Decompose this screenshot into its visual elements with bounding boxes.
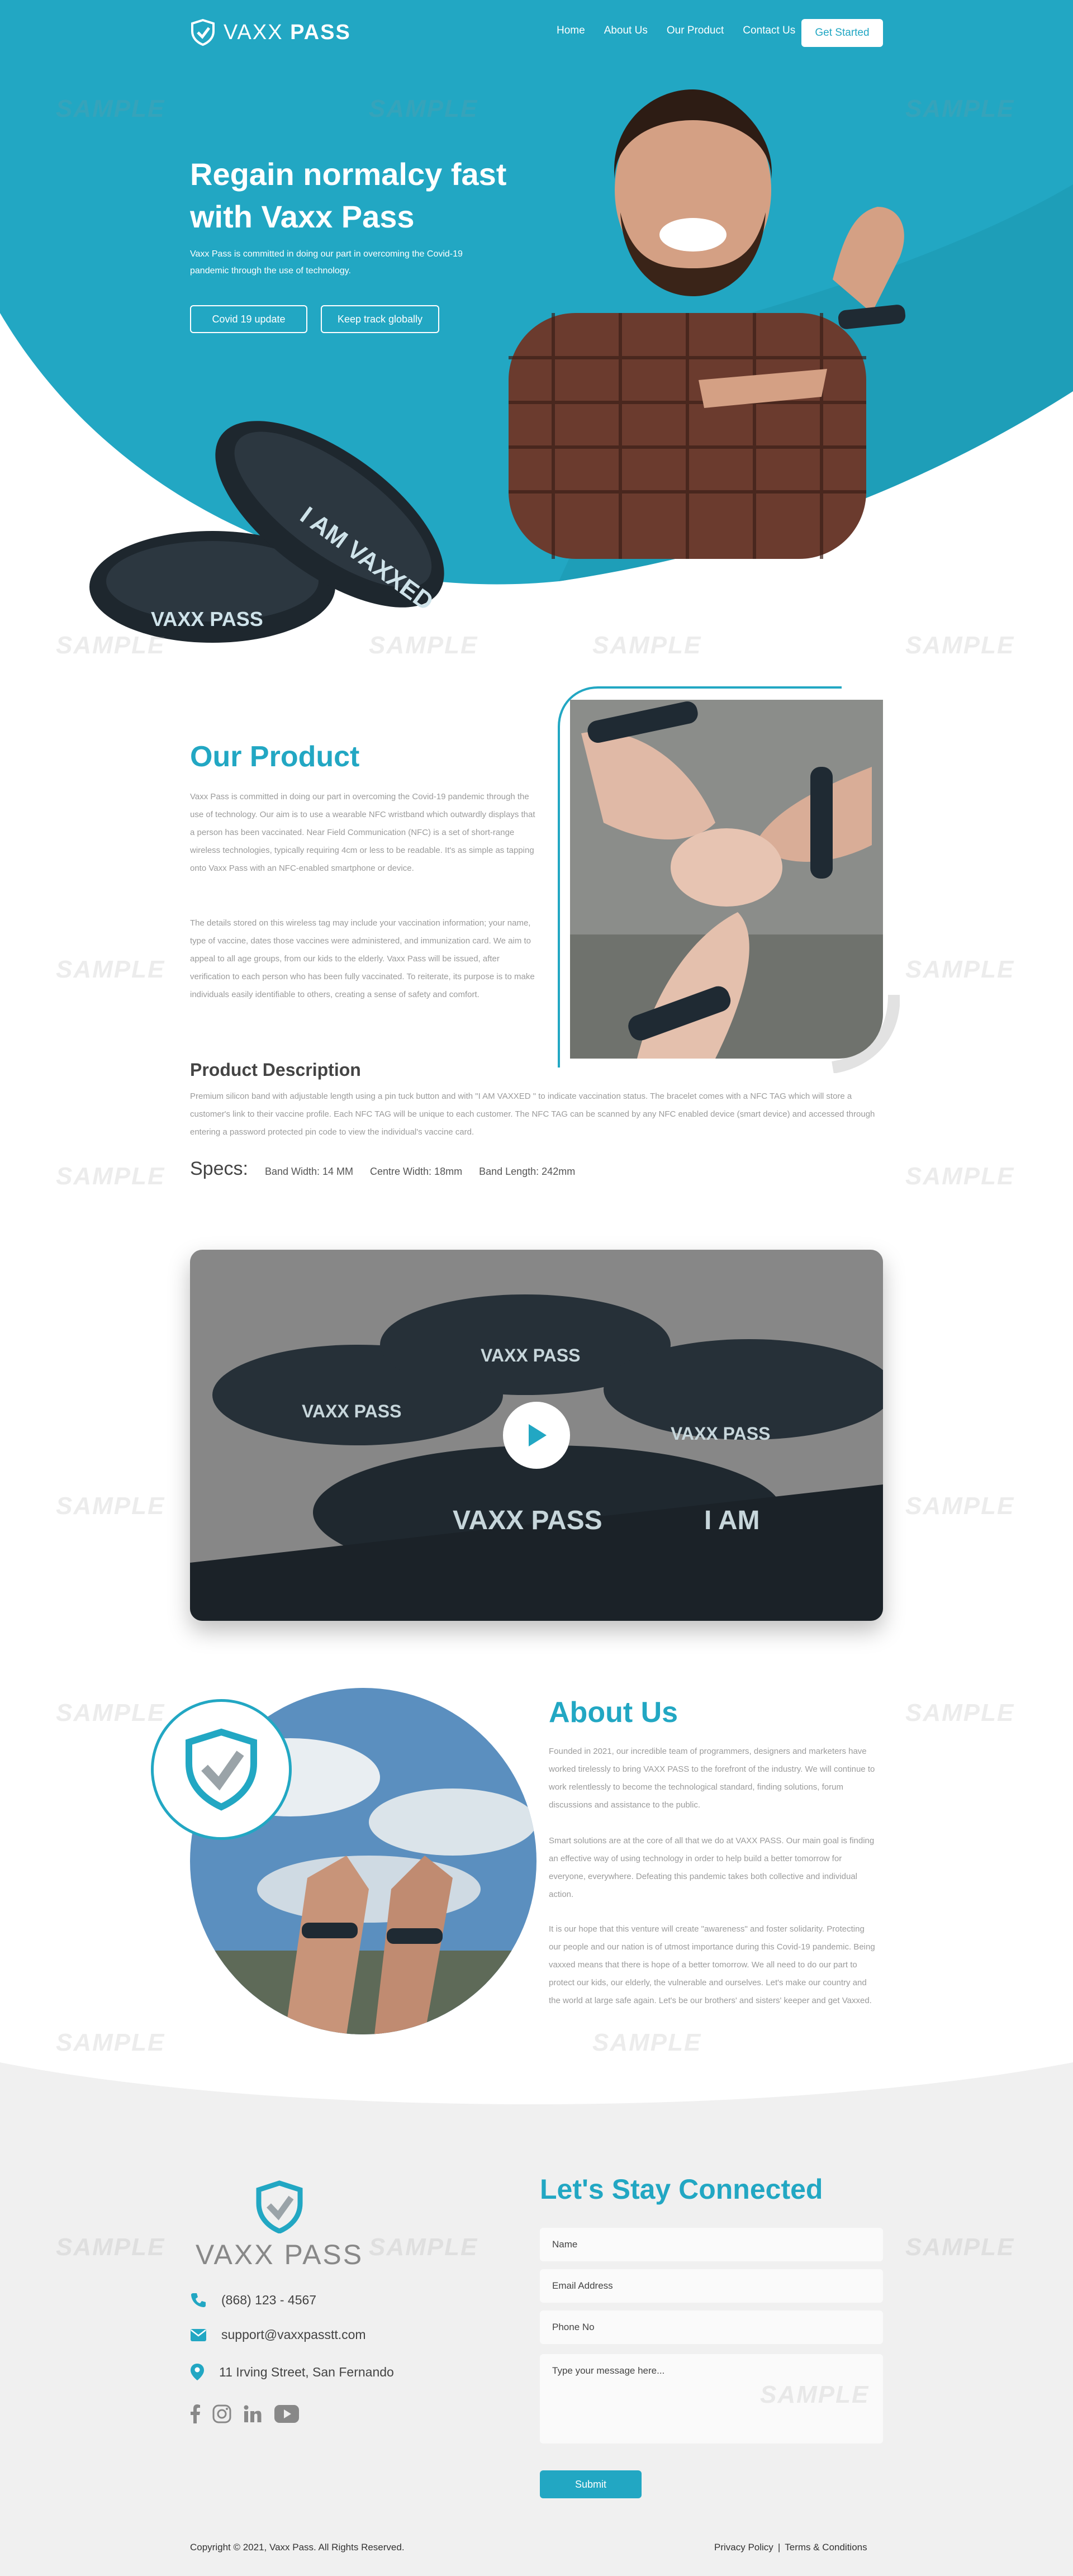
name-field[interactable]: Name xyxy=(540,2228,883,2261)
terms-link[interactable]: Terms & Conditions xyxy=(785,2542,867,2553)
mail-icon xyxy=(191,2328,206,2341)
watermark: SAMPLE xyxy=(56,1163,165,1190)
watermark: SAMPLE xyxy=(56,1699,165,1726)
spec-band-length: Band Length: 242mm xyxy=(479,1166,576,1177)
logo-text-bold: PASS xyxy=(290,20,351,44)
watermark: SAMPLE xyxy=(56,632,165,659)
email-address: support@vaxxpasstt.com xyxy=(221,2327,366,2342)
watermark: SAMPLE xyxy=(905,1492,1015,1520)
footer-background xyxy=(0,2062,1073,2576)
product-paragraph-1: Vaxx Pass is committed in doing our part… xyxy=(190,792,535,873)
nav-contact-us[interactable]: Contact Us xyxy=(743,25,795,37)
contact-phone[interactable]: (868) 123 - 4567 xyxy=(190,2292,316,2308)
watermark: SAMPLE xyxy=(592,632,702,659)
header-logo[interactable]: VAXX PASS xyxy=(190,19,351,46)
street-address: 11 Irving Street, San Fernando xyxy=(219,2364,394,2379)
watermark: SAMPLE xyxy=(56,2029,165,2056)
submit-button[interactable]: Submit xyxy=(540,2470,642,2498)
hero-subtitle: Vaxx Pass is committed in doing our part… xyxy=(190,249,463,276)
social-links xyxy=(190,2404,300,2423)
video-band-text-4: VAXX PASS xyxy=(453,1506,602,1535)
main-nav: Home About Us Our Product Contact Us xyxy=(557,25,795,37)
band-vaxx-pass-text: VAXX PASS xyxy=(151,608,263,630)
copyright-text: Copyright © 2021, Vaxx Pass. All Rights … xyxy=(190,2542,405,2553)
watermark: SAMPLE xyxy=(369,632,478,659)
footer-logo-text: VAXX PASS xyxy=(195,2239,364,2270)
about-us-title: About Us xyxy=(549,1696,678,1729)
watermark: SAMPLE xyxy=(905,95,1015,122)
watermark: SAMPLE xyxy=(369,95,478,122)
watermark: SAMPLE xyxy=(56,956,165,983)
nav-about-us[interactable]: About Us xyxy=(604,25,648,37)
about-paragraph-3: It is our hope that this venture will cr… xyxy=(549,1924,875,2005)
watermark: SAMPLE xyxy=(369,2233,478,2261)
play-button[interactable] xyxy=(503,1402,570,1469)
contact-email[interactable]: support@vaxxpasstt.com xyxy=(190,2327,366,2342)
contact-address[interactable]: 11 Irving Street, San Fernando xyxy=(190,2363,394,2381)
hero-title: Regain normalcy fast with Vaxx Pass xyxy=(190,156,507,234)
video-band-text-2: VAXX PASS xyxy=(481,1345,580,1365)
product-paragraph-2: The details stored on this wireless tag … xyxy=(190,918,535,999)
hero-wristbands-image: I AM VAXXED VAXX PASS xyxy=(89,421,444,643)
location-pin-icon xyxy=(191,2364,204,2380)
video-band-text-5: I AM xyxy=(704,1506,760,1535)
get-started-button[interactable]: Get Started xyxy=(801,19,883,47)
specs-label: Specs: xyxy=(190,1158,248,1179)
shield-badge xyxy=(151,1699,292,1840)
about-paragraph-2: Smart solutions are at the core of all t… xyxy=(549,1836,875,1899)
watermark: SAMPLE xyxy=(592,2029,702,2056)
email-field[interactable]: Email Address xyxy=(540,2269,883,2303)
contact-form-title: Let's Stay Connected xyxy=(540,2174,823,2205)
watermark: SAMPLE xyxy=(56,95,165,122)
video-band-text-1: VAXX PASS xyxy=(302,1401,401,1421)
product-description-title: Product Description xyxy=(190,1060,361,1080)
footer-logo[interactable]: VAXX PASS xyxy=(190,2180,369,2271)
watermark: SAMPLE xyxy=(905,956,1015,983)
phone-icon xyxy=(191,2293,206,2307)
watermark: SAMPLE xyxy=(56,2233,165,2261)
watermark: SAMPLE xyxy=(905,1699,1015,1726)
specs-row: Specs: Band Width: 14 MM Centre Width: 1… xyxy=(190,1158,575,1180)
shield-logo-icon xyxy=(191,19,215,46)
phone-field[interactable]: Phone No xyxy=(540,2311,883,2344)
spec-band-width: Band Width: 14 MM xyxy=(264,1166,354,1177)
shield-logo-icon xyxy=(186,1728,257,1811)
watermark: SAMPLE xyxy=(905,632,1015,659)
watermark: SAMPLE xyxy=(56,1492,165,1520)
watermark: SAMPLE xyxy=(760,2381,870,2408)
product-description-text: Premium silicon band with adjustable len… xyxy=(190,1092,875,1137)
watermark: SAMPLE xyxy=(905,1163,1015,1190)
keep-track-button[interactable]: Keep track globally xyxy=(321,305,439,333)
about-paragraph-1: Founded in 2021, our incredible team of … xyxy=(549,1747,875,1810)
nav-our-product[interactable]: Our Product xyxy=(667,25,724,37)
page: VAXX PASS Home About Us Our Product Cont… xyxy=(0,0,1073,2576)
our-product-title: Our Product xyxy=(190,741,360,773)
covid-update-button[interactable]: Covid 19 update xyxy=(190,305,307,333)
shield-logo-icon xyxy=(256,2180,303,2234)
play-icon xyxy=(529,1424,547,1446)
video-band-text-3: VAXX PASS xyxy=(671,1424,770,1444)
linkedin-icon[interactable] xyxy=(244,2405,262,2423)
instagram-icon[interactable] xyxy=(212,2404,231,2423)
legal-separator: | xyxy=(777,2542,781,2553)
youtube-icon[interactable] xyxy=(274,2404,300,2423)
phone-number: (868) 123 - 4567 xyxy=(221,2292,317,2307)
privacy-policy-link[interactable]: Privacy Policy xyxy=(714,2542,773,2553)
facebook-icon[interactable] xyxy=(190,2404,200,2423)
legal-links: Privacy Policy | Terms & Conditions xyxy=(714,2542,867,2553)
product-hands-image xyxy=(570,700,883,1059)
watermark: SAMPLE xyxy=(905,2233,1015,2261)
nav-home[interactable]: Home xyxy=(557,25,585,37)
hero-man-image xyxy=(509,89,906,559)
logo-text-light: VAXX xyxy=(224,20,283,44)
spec-centre-width: Centre Width: 18mm xyxy=(370,1166,463,1177)
